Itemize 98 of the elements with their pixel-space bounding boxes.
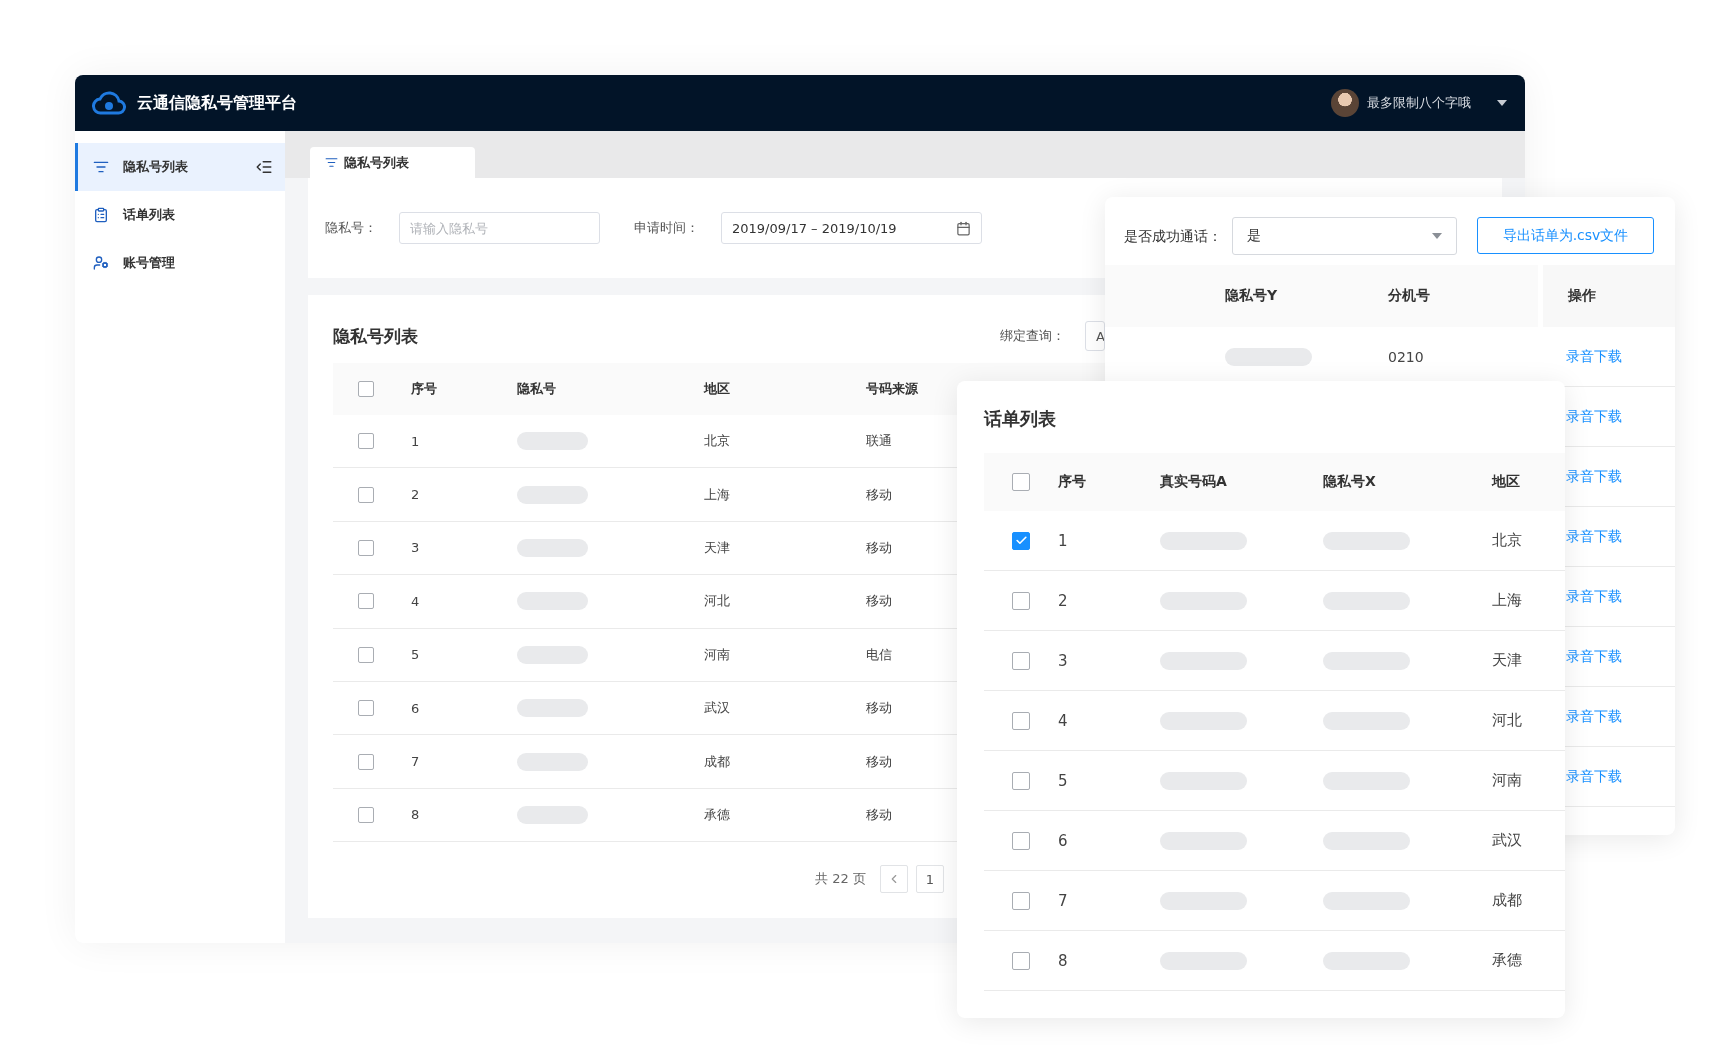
column-header: 隐私号Y: [1225, 287, 1278, 305]
checkbox[interactable]: [1012, 531, 1030, 550]
table-cell: 2: [411, 487, 420, 503]
table-cell: 承德: [704, 805, 730, 824]
checkbox[interactable]: [1012, 651, 1030, 670]
checkbox[interactable]: [358, 593, 374, 610]
clipboard-icon: [93, 207, 109, 223]
checkbox[interactable]: [1012, 473, 1030, 491]
table-cell: 8: [1058, 951, 1068, 970]
checkbox[interactable]: [358, 806, 374, 823]
card-title: 话单列表: [984, 407, 1057, 431]
table-cell: 河北: [1492, 711, 1522, 730]
table-cell: 5: [1058, 771, 1068, 790]
table-cell: 2: [1058, 591, 1068, 610]
column-header: 隐私号X: [1323, 473, 1376, 491]
table-cell: 北京: [704, 432, 730, 451]
table-cell: 移动: [866, 805, 892, 824]
table-cell: 河北: [704, 592, 730, 611]
table-cell: 3: [411, 540, 420, 556]
checkbox[interactable]: [1012, 711, 1030, 730]
caret-icon: [1432, 233, 1442, 239]
table-cell: 7: [411, 754, 420, 770]
checkbox[interactable]: [1012, 591, 1030, 610]
column-header: 序号: [411, 380, 437, 398]
table-cell: 武汉: [704, 699, 730, 718]
table-cell: 承德: [1492, 951, 1522, 970]
avatar[interactable]: [1331, 89, 1359, 117]
field-label: 隐私号：: [325, 219, 377, 237]
table-cell: 移动: [866, 699, 892, 718]
column-header: 隐私号: [517, 380, 556, 398]
table-cell: 河南: [704, 645, 730, 664]
tab[interactable]: 隐私号列表: [310, 147, 475, 178]
checkbox[interactable]: [358, 381, 374, 397]
card-title: 隐私号列表: [333, 324, 419, 348]
table-cell: 1: [1058, 531, 1068, 550]
page-count: 共 22 页: [815, 870, 866, 889]
table-cell: 6: [1058, 831, 1068, 850]
table-cell: 7: [1058, 891, 1068, 910]
column-header: 序号: [1058, 473, 1086, 491]
list-icon: [93, 159, 109, 175]
checkbox[interactable]: [1012, 831, 1030, 850]
table-cell: 成都: [1492, 891, 1522, 910]
table-cell: 8: [411, 807, 420, 823]
user-name[interactable]: 最多限制八个字哦: [1367, 94, 1471, 112]
table-cell: 6: [411, 700, 420, 716]
checkbox[interactable]: [1012, 951, 1030, 970]
checkbox[interactable]: [358, 646, 374, 663]
caret-icon[interactable]: [1497, 100, 1507, 106]
checkbox[interactable]: [358, 539, 374, 556]
sidebar-item[interactable]: 隐私号列表: [75, 143, 285, 191]
checkbox[interactable]: [358, 486, 374, 503]
table-cell: 5: [411, 647, 420, 663]
app-title: 云通信隐私号管理平台: [137, 92, 297, 114]
column-header: 分机号: [1388, 287, 1430, 305]
cloud-logo-icon: [92, 91, 126, 115]
table-cell: 天津: [704, 538, 730, 557]
list-icon: [325, 156, 338, 169]
date-range-field[interactable]: 2019/09/17 – 2019/10/19: [721, 212, 982, 244]
previous-page-button[interactable]: [879, 865, 908, 894]
page-button[interactable]: 1: [915, 865, 944, 894]
table-cell: 3: [1058, 651, 1068, 670]
table-cell: 武汉: [1492, 831, 1522, 850]
checkbox[interactable]: [1012, 771, 1030, 790]
table-cell: 天津: [1492, 651, 1522, 670]
column-header: 号码来源: [866, 380, 918, 398]
sidebar-item[interactable]: 账号管理: [75, 239, 285, 287]
table-cell: 1: [411, 433, 420, 449]
table-cell: 上海: [704, 485, 730, 504]
column-header: 地区: [1492, 473, 1520, 491]
table-cell: 移动: [866, 538, 892, 557]
column-header: 真实号码A: [1160, 473, 1227, 491]
privacy-number-input[interactable]: 请输入隐私号: [399, 212, 600, 244]
field-label: 申请时间：: [634, 219, 699, 237]
field-label: 是否成功通话：: [1124, 227, 1222, 246]
checkbox[interactable]: [358, 700, 374, 717]
check-icon: [1014, 534, 1028, 547]
calendar-icon: [956, 220, 971, 236]
column-header: 地区: [704, 380, 730, 398]
checkbox[interactable]: [358, 753, 374, 770]
table-cell: 上海: [1492, 591, 1522, 610]
checkbox[interactable]: [358, 433, 374, 450]
table-cell: 河南: [1492, 771, 1522, 790]
collapse-menu-icon[interactable]: [255, 158, 273, 176]
table-cell: 北京: [1492, 531, 1522, 550]
field-label: 绑定查询：: [1000, 327, 1065, 345]
table-cell: 4: [411, 593, 420, 609]
sidebar-item[interactable]: 话单列表: [75, 191, 285, 239]
table-cell: 0210: [1388, 348, 1424, 365]
table-cell: 电信: [866, 645, 892, 664]
user-icon: [93, 255, 109, 271]
call-success-select[interactable]: 是: [1232, 217, 1457, 255]
table-cell: 移动: [866, 485, 892, 504]
table-cell: 4: [1058, 711, 1068, 730]
table-cell: 移动: [866, 592, 892, 611]
checkbox[interactable]: [1012, 891, 1030, 910]
table-cell: 移动: [866, 752, 892, 771]
table-cell: 成都: [704, 752, 730, 771]
table-cell: 联通: [866, 432, 892, 451]
